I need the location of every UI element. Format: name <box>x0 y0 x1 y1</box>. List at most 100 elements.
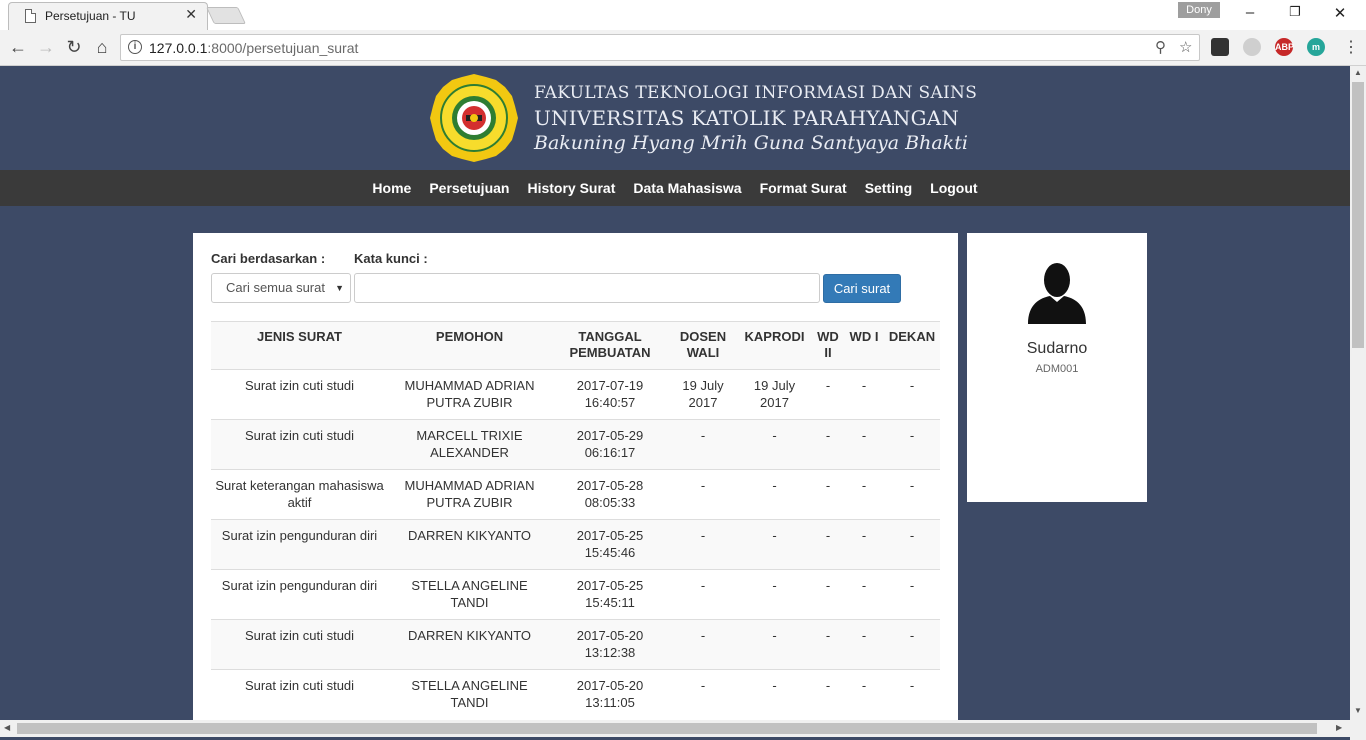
extension-search-icon[interactable] <box>1243 38 1261 56</box>
cell-dekan: - <box>884 469 940 520</box>
cell-jenis-surat: Surat izin cuti studi <box>211 619 388 670</box>
cell-wd2: - <box>812 519 844 570</box>
search-button[interactable]: Cari surat <box>823 274 901 303</box>
info-icon[interactable]: i <box>128 40 142 54</box>
cell-dekan: - <box>884 669 940 719</box>
vertical-scrollbar[interactable]: ▲ ▼ <box>1350 66 1366 720</box>
page-icon <box>25 9 36 23</box>
new-tab-button[interactable] <box>206 7 246 24</box>
cell-tanggal: 2017-05-28 08:05:33 <box>551 469 669 520</box>
cell-dosen-wali: - <box>669 669 737 719</box>
search-by-label: Cari berdasarkan : <box>211 251 326 266</box>
forward-icon[interactable]: → <box>35 37 57 58</box>
nav-logout[interactable]: Logout <box>921 170 986 206</box>
menu-kebab-icon[interactable]: ⋮ <box>1340 37 1362 57</box>
profile-badge[interactable]: Dony <box>1178 2 1220 18</box>
cell-pemohon: MUHAMMAD ADRIAN PUTRA ZUBIR <box>388 369 551 420</box>
url-host: 127.0.0.1 <box>149 40 208 56</box>
cell-wd1: - <box>844 669 884 719</box>
table-row: Surat keterangan mahasiswa aktif MUHAMMAD… <box>211 469 940 520</box>
col-dosen-wali: DOSEN WALI <box>669 321 737 370</box>
cell-jenis-surat: Surat keterangan mahasiswa aktif <box>211 469 388 520</box>
nav-history-surat[interactable]: History Surat <box>518 170 624 206</box>
faculty-name: FAKULTAS TEKNOLOGI INFORMASI DAN SAINS <box>534 83 978 103</box>
extension-icon[interactable] <box>1211 38 1229 56</box>
close-tab-icon[interactable]: ✕ <box>185 6 197 23</box>
scroll-up-icon[interactable]: ▲ <box>1350 68 1366 77</box>
table-header-row: JENIS SURAT PEMOHON TANGGAL PEMBUATAN DO… <box>211 321 940 370</box>
cell-pemohon: DARREN KIKYANTO <box>388 519 551 570</box>
table-row: Surat izin cuti studi MUHAMMAD ADRIAN PUT… <box>211 369 940 420</box>
horizontal-scrollbar[interactable]: ◀ ▶ <box>0 720 1350 737</box>
minimize-icon[interactable]: – <box>1240 4 1260 21</box>
cell-wd2: - <box>812 369 844 420</box>
reload-icon[interactable]: ↻ <box>63 37 85 58</box>
cell-kaprodi: 19 July 2017 <box>737 369 812 420</box>
cell-wd2: - <box>812 469 844 520</box>
cell-dekan: - <box>884 369 940 420</box>
cell-dosen-wali: - <box>669 419 737 470</box>
dropdown-caret-icon: ▼ <box>335 283 344 293</box>
vertical-scroll-thumb[interactable] <box>1352 82 1364 348</box>
nav-format-surat[interactable]: Format Surat <box>751 170 856 206</box>
cell-jenis-surat: Surat izin cuti studi <box>211 419 388 470</box>
url-text[interactable]: 127.0.0.1:8000/persetujuan_surat <box>149 40 358 56</box>
keyword-input[interactable] <box>354 273 820 303</box>
main-nav: Home Persetujuan History Surat Data Mahasis… <box>0 170 1350 206</box>
cell-wd1: - <box>844 519 884 570</box>
col-wd2: WD II <box>812 321 844 370</box>
cell-wd2: - <box>812 619 844 670</box>
bookmark-star-icon[interactable]: ☆ <box>1179 38 1192 56</box>
extension-m-icon[interactable]: m <box>1307 38 1325 56</box>
nav-home[interactable]: Home <box>363 170 420 206</box>
cell-wd2: - <box>812 569 844 620</box>
window-close-icon[interactable]: ✕ <box>1330 4 1350 22</box>
address-bar[interactable]: i 127.0.0.1:8000/persetujuan_surat ⚲ ☆ <box>120 34 1200 61</box>
cell-jenis-surat: Surat izin cuti studi <box>211 369 388 420</box>
cell-dekan: - <box>884 619 940 670</box>
cell-tanggal: 2017-05-25 15:45:46 <box>551 519 669 570</box>
cell-pemohon: MUHAMMAD ADRIAN PUTRA ZUBIR <box>388 469 551 520</box>
col-tanggal: TANGGAL PEMBUATAN <box>551 321 669 370</box>
nav-setting[interactable]: Setting <box>856 170 921 206</box>
cell-kaprodi: - <box>737 569 812 620</box>
zoom-icon[interactable]: ⚲ <box>1155 38 1166 56</box>
cell-dosen-wali: - <box>669 519 737 570</box>
scroll-right-icon[interactable]: ▶ <box>1336 723 1342 732</box>
back-icon[interactable]: ← <box>7 37 29 58</box>
search-by-select[interactable]: Cari semua surat ▼ <box>211 273 351 303</box>
cell-pemohon: STELLA ANGELINE TANDI <box>388 569 551 620</box>
search-by-value: Cari semua surat <box>226 280 325 295</box>
cell-jenis-surat: Surat izin pengunduran diri <box>211 569 388 620</box>
cell-wd2: - <box>812 419 844 470</box>
user-profile-card: Sudarno ADM001 <box>967 233 1147 502</box>
scroll-left-icon[interactable]: ◀ <box>4 723 10 732</box>
cell-kaprodi: - <box>737 619 812 670</box>
table-row: Surat izin cuti studi DARREN KIKYANTO 2017… <box>211 619 940 670</box>
browser-tab[interactable]: Persetujuan - TU ✕ <box>8 2 208 30</box>
horizontal-scroll-thumb[interactable] <box>17 723 1317 734</box>
cell-tanggal: 2017-05-20 13:12:38 <box>551 619 669 670</box>
user-avatar-icon <box>1028 263 1086 324</box>
nav-persetujuan[interactable]: Persetujuan <box>420 170 518 206</box>
cell-pemohon: MARCELL TRIXIE ALEXANDER <box>388 419 551 470</box>
home-icon[interactable]: ⌂ <box>91 37 113 58</box>
table-body: Surat izin cuti studi MUHAMMAD ADRIAN PUT… <box>211 369 940 719</box>
col-pemohon: PEMOHON <box>388 321 551 370</box>
cell-wd1: - <box>844 469 884 520</box>
browser-toolbar: ← → ↻ ⌂ i 127.0.0.1:8000/persetujuan_sur… <box>0 30 1366 66</box>
restore-icon[interactable]: ❐ <box>1285 4 1305 20</box>
cell-kaprodi: - <box>737 669 812 719</box>
scroll-down-icon[interactable]: ▼ <box>1350 706 1366 715</box>
cell-tanggal: 2017-05-20 13:11:05 <box>551 669 669 719</box>
cell-tanggal: 2017-07-19 16:40:57 <box>551 369 669 420</box>
adblock-icon[interactable]: ABP <box>1275 38 1294 56</box>
nav-data-mahasiswa[interactable]: Data Mahasiswa <box>624 170 750 206</box>
cell-wd1: - <box>844 419 884 470</box>
approval-table: JENIS SURAT PEMOHON TANGGAL PEMBUATAN DO… <box>211 321 940 719</box>
col-kaprodi: KAPRODI <box>737 321 812 370</box>
cell-tanggal: 2017-05-25 15:45:11 <box>551 569 669 620</box>
scrollbar-corner <box>1350 720 1366 740</box>
browser-tabstrip: Persetujuan - TU ✕ Dony – ❐ ✕ <box>0 0 1366 30</box>
cell-kaprodi: - <box>737 519 812 570</box>
